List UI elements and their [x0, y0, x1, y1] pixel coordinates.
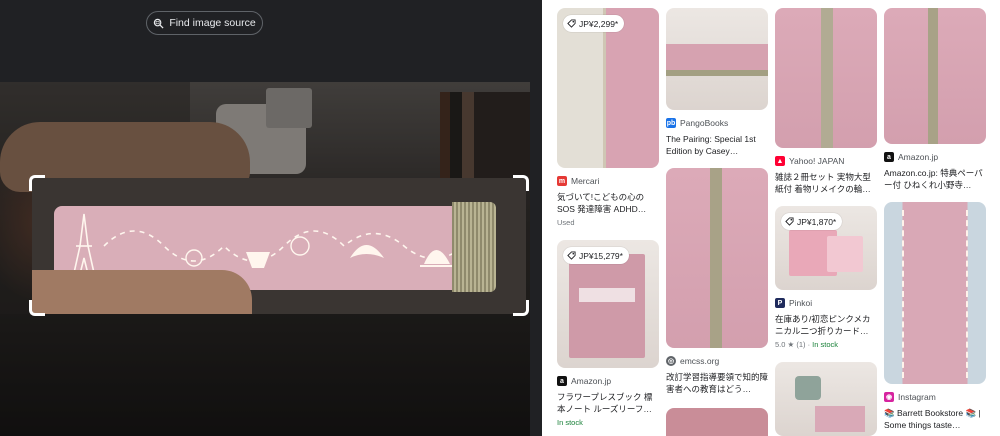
image-search-icon — [154, 18, 164, 29]
flower-book-cover — [569, 254, 645, 358]
pinkoi-icon: P — [775, 298, 785, 308]
result-title[interactable]: フラワープレスブック 標本ノート ルーズリーフ… — [557, 391, 659, 415]
result-thumbnail[interactable]: JP¥2,299* — [557, 8, 659, 168]
book-spine-thumb — [710, 168, 722, 348]
result-card[interactable] — [775, 362, 877, 436]
holding-thumb — [32, 270, 252, 314]
price-text: JP¥15,279* — [579, 250, 623, 261]
result-title[interactable]: 気づいて!こどもの心の SOS 発達障害 ADHD… — [557, 191, 659, 215]
price-badge: JP¥2,299* — [563, 15, 625, 32]
price-badge: JP¥1,870* — [781, 213, 843, 230]
mercari-icon: m — [557, 176, 567, 186]
book-edge-illustration-thumb — [902, 210, 968, 378]
result-card[interactable]: JP¥1,870* P Pinkoi 在庫あり/初恋ピンクメカニカル二つ折りカード… — [775, 206, 877, 349]
price-tag-icon — [567, 19, 576, 28]
result-thumbnail[interactable] — [884, 202, 986, 384]
find-image-source-button[interactable]: Find image source — [146, 11, 263, 35]
rating-row: 5.0 ★ (1) · In stock — [775, 340, 838, 349]
result-source: Pinkoi — [789, 298, 813, 308]
result-title[interactable]: Amazon.co.jp: 特典ペーパー付 ひねくれ小野寺… — [884, 167, 986, 191]
amazon-icon: a — [884, 152, 894, 162]
result-title[interactable]: 📚 Barrett Bookstore 📚 | Some things tast… — [884, 407, 986, 431]
result-card[interactable]: JP¥15,279* a Amazon.jp フラワープレスブック 標本ノート ル… — [557, 240, 659, 427]
result-title[interactable]: The Pairing: Special 1st Edition by Case… — [666, 133, 768, 157]
result-source: PangoBooks — [680, 118, 729, 128]
result-thumbnail[interactable]: JP¥15,279* — [557, 240, 659, 368]
price-tag-icon — [567, 251, 576, 260]
result-thumbnail[interactable] — [775, 362, 877, 436]
card-insert — [827, 236, 863, 272]
instagram-icon: ◉ — [884, 392, 894, 402]
result-card[interactable]: a Amazon.jp Amazon.co.jp: 特典ペーパー付 ひねくれ小野寺… — [884, 8, 986, 191]
book-spine-thumb — [928, 8, 938, 144]
result-thumbnail[interactable] — [666, 408, 768, 436]
result-source: Mercari — [571, 176, 600, 186]
crop-handle-top-right[interactable] — [513, 175, 529, 191]
result-title[interactable]: 改訂学習指導要領で知的障害者への教育はどう… — [666, 371, 768, 395]
result-thumbnail[interactable] — [884, 8, 986, 144]
result-card[interactable]: ▲ Yahoo! JAPAN 雑誌２冊セット 実物大型 紙付 着物リメイクの輪… — [775, 8, 877, 195]
globe-icon: ◎ — [666, 356, 676, 366]
crop-handle-bottom-left[interactable] — [29, 300, 45, 316]
result-title[interactable]: 雑誌２冊セット 実物大型 紙付 着物リメイクの輪… — [775, 171, 877, 195]
flower-book-label — [579, 288, 635, 302]
lens-preview-pane: Find image source — [0, 0, 542, 436]
crop-handle-top-left[interactable] — [29, 175, 45, 191]
result-card[interactable] — [666, 408, 768, 436]
result-source: emcss.org — [680, 356, 720, 366]
result-card[interactable]: ◉ Instagram 📚 Barrett Bookstore 📚 | Some … — [884, 202, 986, 431]
price-badge: JP¥15,279* — [563, 247, 629, 264]
result-source: Yahoo! JAPAN — [789, 156, 845, 166]
crop-handle-bottom-right[interactable] — [513, 300, 529, 316]
notebook-shape — [815, 406, 865, 432]
result-thumbnail[interactable]: JP¥1,870* — [775, 206, 877, 290]
price-text: JP¥1,870* — [797, 216, 837, 227]
pangobooks-icon: pb — [666, 118, 676, 128]
stock-status: In stock — [557, 418, 583, 427]
result-title[interactable]: 在庫あり/初恋ピンクメカニカル二つ折りカード… — [775, 313, 877, 337]
result-thumbnail[interactable] — [666, 168, 768, 348]
result-source: Amazon.jp — [898, 152, 939, 162]
visual-matches-grid: JP¥2,299* m Mercari 気づいて!こどもの心の SOS 発達障害 … — [542, 0, 1000, 436]
mug-shape — [795, 376, 821, 400]
rating-text: 5.0 ★ (1) — [775, 340, 806, 349]
book-edge-thumb — [666, 44, 768, 70]
result-thumbnail[interactable] — [775, 8, 877, 148]
stock-status: In stock — [812, 340, 838, 349]
yahoo-icon: ▲ — [775, 156, 785, 166]
book-spine-thumb — [821, 8, 833, 148]
result-thumbnail[interactable] — [666, 8, 768, 110]
book-pages-block — [452, 202, 496, 292]
result-card[interactable]: JP¥2,299* m Mercari 気づいて!こどもの心の SOS 発達障害 … — [557, 8, 659, 227]
result-source: Instagram — [898, 392, 936, 402]
result-source: Amazon.jp — [571, 376, 612, 386]
result-condition: Used — [557, 218, 575, 227]
price-text: JP¥2,299* — [579, 18, 619, 29]
amazon-icon: a — [557, 376, 567, 386]
lens-results-page: Find image source JP¥2,299* m Mercari 気づ… — [0, 0, 1000, 436]
result-card[interactable]: ◎ emcss.org 改訂学習指導要領で知的障害者への教育はどう… — [666, 168, 768, 395]
selected-region[interactable] — [32, 178, 526, 314]
result-card[interactable]: pb PangoBooks The Pairing: Special 1st Ed… — [666, 8, 768, 157]
book-pages-thumb — [666, 70, 768, 76]
price-tag-icon — [785, 217, 794, 226]
find-image-source-label: Find image source — [169, 17, 256, 29]
